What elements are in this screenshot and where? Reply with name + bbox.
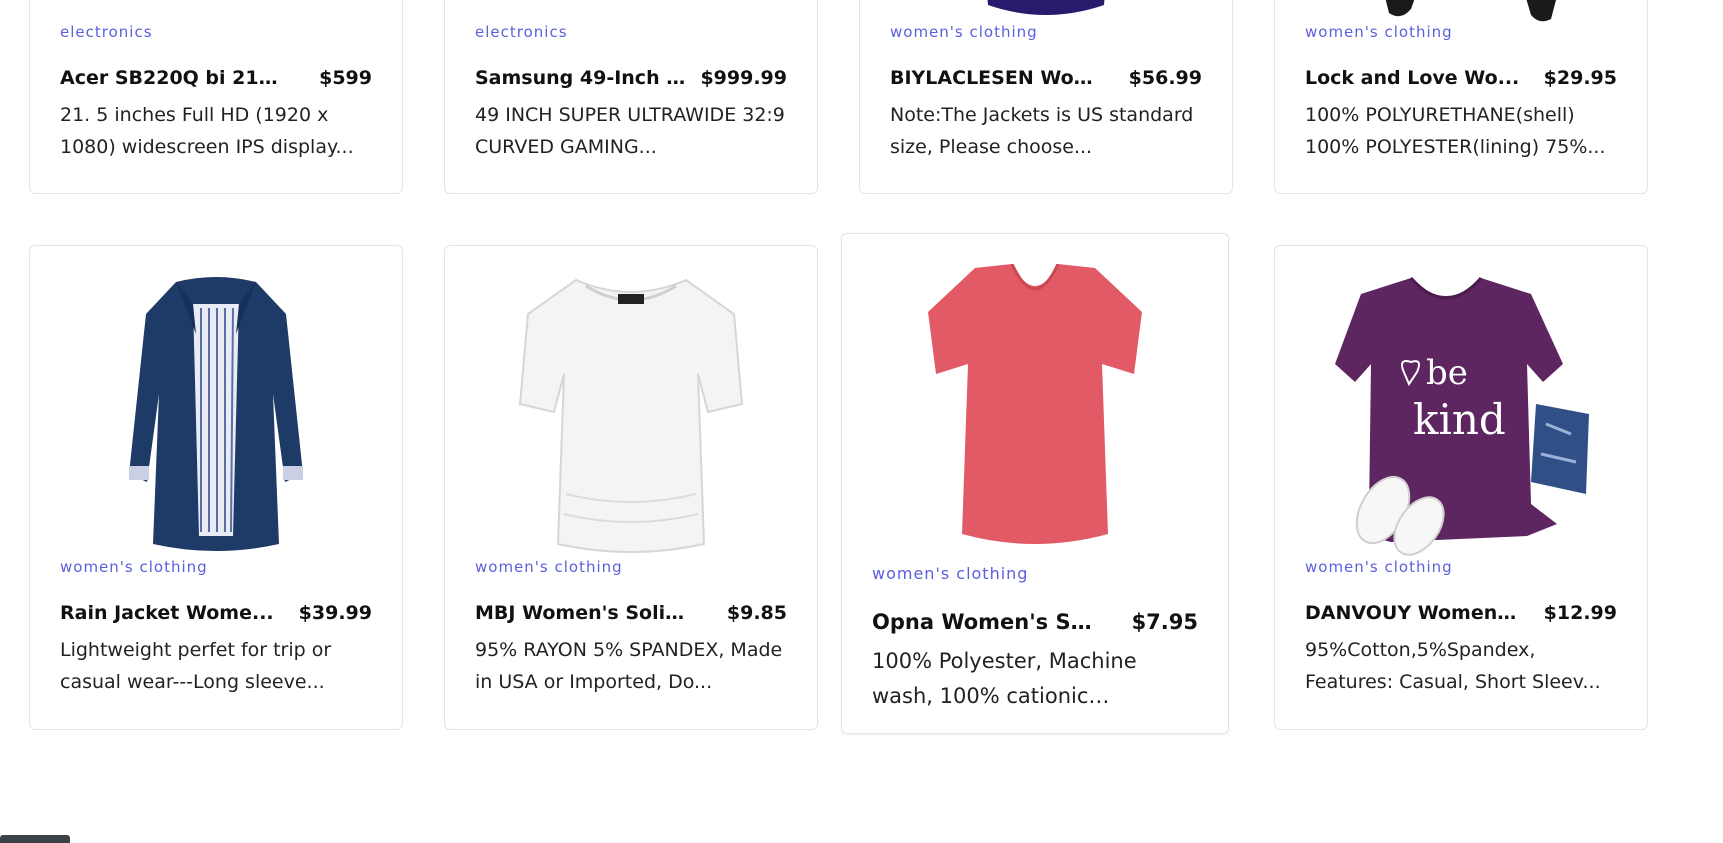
product-card[interactable]: women's clothing Opna Women's Sho... $7.… xyxy=(841,233,1229,734)
product-title[interactable]: Rain Jacket Wome... xyxy=(60,602,274,624)
product-grid: electronics Acer SB220Q bi 21.5... $599 … xyxy=(0,0,1723,843)
product-title[interactable]: DANVOUY Womens... xyxy=(1305,602,1525,624)
product-card[interactable]: be kind women's clothing DANVOUY Womens.… xyxy=(1274,245,1648,730)
pink-vneck-tshirt-image xyxy=(842,264,1228,554)
product-price: $7.95 xyxy=(1131,610,1198,634)
black-leather-jacket-image xyxy=(1275,0,1647,23)
product-price: $39.99 xyxy=(298,602,372,624)
purple-jacket-image xyxy=(860,0,1232,21)
product-title[interactable]: Opna Women's Sho... xyxy=(872,610,1092,634)
product-description: Note:The Jackets is US standard size, Pl… xyxy=(890,104,1194,158)
product-description: 21. 5 inches Full HD (1920 x 1080) wides… xyxy=(60,104,354,158)
product-price: $56.99 xyxy=(1128,67,1202,89)
product-category: women's clothing xyxy=(1305,558,1453,576)
product-category: electronics xyxy=(475,23,568,41)
white-tshirt-image xyxy=(445,274,817,560)
product-price: $599 xyxy=(319,67,372,89)
product-description: 95% RAYON 5% SPANDEX, Made in USA or Imp… xyxy=(475,639,783,693)
product-category: women's clothing xyxy=(872,564,1029,583)
product-category: electronics xyxy=(60,23,153,41)
scroll-to-top-button[interactable] xyxy=(0,835,70,843)
product-description: 95%Cotton,5%Spandex, Features: Casual, S… xyxy=(1305,639,1601,693)
product-description: 49 INCH SUPER ULTRAWIDE 32:9 CURVED GAMI… xyxy=(475,104,785,158)
product-title[interactable]: Acer SB220Q bi 21.5... xyxy=(60,67,280,89)
navy-rain-jacket-image xyxy=(30,274,402,560)
shirt-print-text: be xyxy=(1426,353,1468,393)
product-price: $999.99 xyxy=(700,67,787,89)
product-card[interactable]: women's clothing Lock and Love Wo... $29… xyxy=(1274,0,1648,194)
product-description: Lightweight perfet for trip or casual we… xyxy=(60,639,332,693)
product-category: women's clothing xyxy=(60,558,208,576)
product-price: $29.95 xyxy=(1543,67,1617,89)
product-description: 100% Polyester, Machine wash, 100% catio… xyxy=(872,649,1137,708)
product-card[interactable]: women's clothing Rain Jacket Wome... $39… xyxy=(29,245,403,730)
product-card[interactable]: electronics Samsung 49-Inch C... $999.99… xyxy=(444,0,818,194)
product-card[interactable]: electronics Acer SB220Q bi 21.5... $599 … xyxy=(29,0,403,194)
product-category: women's clothing xyxy=(1305,23,1453,41)
product-card[interactable]: women's clothing MBJ Women's Solid... $9… xyxy=(444,245,818,730)
product-title[interactable]: BIYLACLESEN Wom... xyxy=(890,67,1110,89)
product-price: $9.85 xyxy=(726,602,787,624)
product-price: $12.99 xyxy=(1543,602,1617,624)
product-title[interactable]: Samsung 49-Inch C... xyxy=(475,67,690,89)
product-card[interactable]: women's clothing BIYLACLESEN Wom... $56.… xyxy=(859,0,1233,194)
product-category: women's clothing xyxy=(475,558,623,576)
product-category: women's clothing xyxy=(890,23,1038,41)
svg-text:kind: kind xyxy=(1413,395,1506,444)
product-title[interactable]: MBJ Women's Solid... xyxy=(475,602,695,624)
purple-be-kind-tshirt-image: be kind xyxy=(1275,274,1647,560)
product-description: 100% POLYURETHANE(shell) 100% POLYESTER(… xyxy=(1305,104,1606,158)
product-title[interactable]: Lock and Love Wo... xyxy=(1305,67,1519,89)
